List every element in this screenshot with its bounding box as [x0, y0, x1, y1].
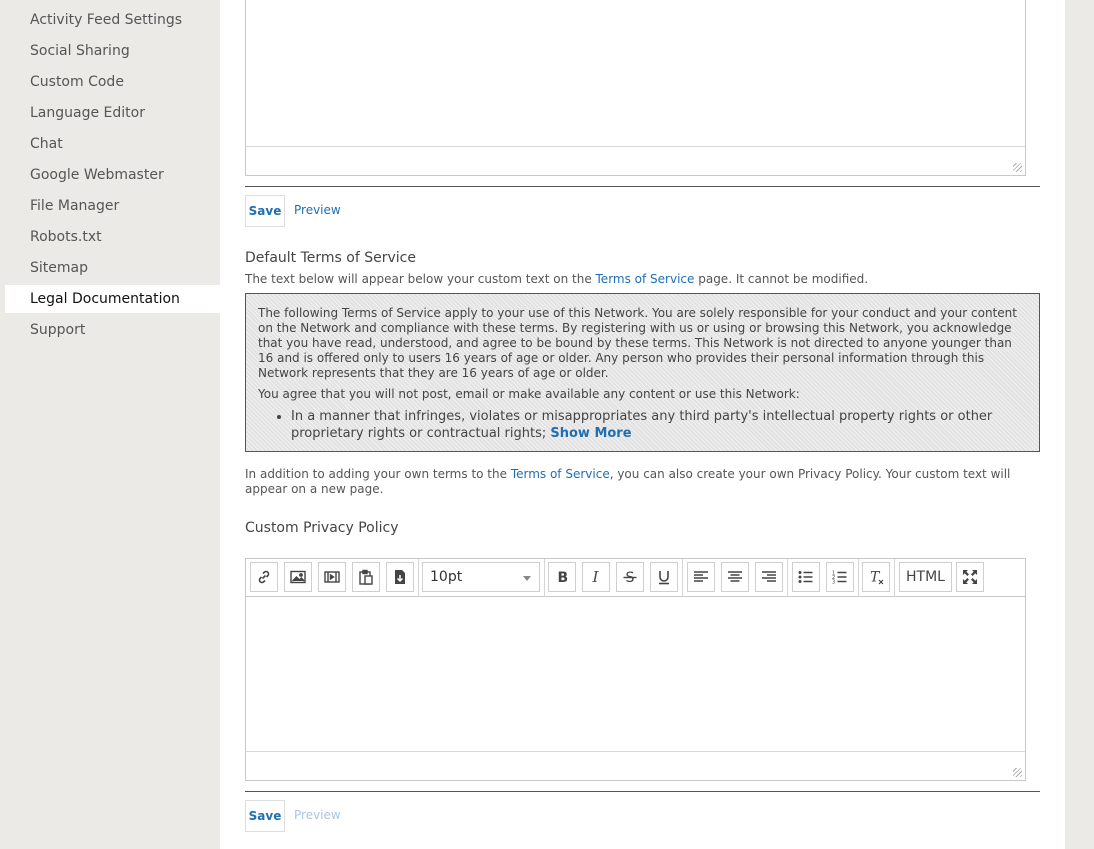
editor-toolbar: 10pt B I S 123 T: [246, 559, 1025, 597]
tos-paragraph: You agree that you will not post, email …: [258, 387, 800, 401]
resize-grip-icon[interactable]: [1013, 163, 1022, 172]
clear-formatting-icon[interactable]: T: [862, 562, 890, 592]
fullscreen-icon[interactable]: [956, 562, 984, 592]
sidebar-item-social-sharing[interactable]: Social Sharing: [5, 37, 220, 65]
preview-terms-link[interactable]: Preview: [294, 203, 341, 217]
toolbar-separator: [858, 559, 859, 597]
numbered-list-icon[interactable]: 123: [826, 562, 854, 592]
video-icon[interactable]: [318, 562, 346, 592]
privacy-editor: 10pt B I S 123 T: [245, 558, 1026, 781]
image-icon[interactable]: [284, 562, 312, 592]
divider: [245, 791, 1040, 792]
tos-paragraph: The following Terms of Service apply to …: [258, 306, 1017, 380]
link-icon[interactable]: [250, 562, 278, 592]
sidebar-item-google-webmaster[interactable]: Google Webmaster: [5, 161, 220, 189]
save-privacy-button[interactable]: Save: [245, 800, 285, 832]
bold-icon[interactable]: B: [548, 562, 576, 592]
sidebar-item-legal-documentation[interactable]: Legal Documentation: [5, 285, 220, 313]
toolbar-separator: [787, 559, 788, 597]
default-tos-box: The following Terms of Service apply to …: [245, 293, 1040, 452]
sidebar-item-language-editor[interactable]: Language Editor: [5, 99, 220, 127]
toolbar-separator: [682, 559, 683, 597]
toolbar-separator: [544, 559, 545, 597]
paste-icon[interactable]: [352, 562, 380, 592]
sidebar-item-activity-feed-settings[interactable]: Activity Feed Settings: [5, 6, 220, 34]
toolbar-separator: [894, 559, 895, 597]
align-right-icon[interactable]: [755, 562, 783, 592]
privacy-edit-area[interactable]: [246, 597, 1025, 751]
insert-file-icon[interactable]: [386, 562, 414, 592]
editor-status-bar: [246, 751, 1025, 780]
resize-grip-icon[interactable]: [1013, 768, 1022, 777]
custom-terms-editor[interactable]: [245, 0, 1026, 176]
svg-text:I: I: [592, 568, 600, 586]
sidebar-item-support[interactable]: Support: [5, 316, 220, 344]
italic-icon[interactable]: I: [582, 562, 610, 592]
chevron-down-icon: [523, 576, 531, 581]
custom-privacy-title: Custom Privacy Policy: [245, 520, 399, 536]
sidebar-item-sitemap[interactable]: Sitemap: [5, 254, 220, 282]
svg-text:B: B: [558, 570, 569, 586]
tos-list-item: In a manner that infringes, violates or …: [291, 408, 1027, 442]
tos-list: In a manner that infringes, violates or …: [291, 408, 1027, 442]
svg-text:3: 3: [832, 580, 835, 586]
sidebar: Activity Feed Settings Social Sharing Cu…: [0, 0, 220, 849]
terms-of-service-link-2[interactable]: Terms of Service: [511, 467, 610, 481]
default-tos-help: The text below will appear below your cu…: [245, 272, 869, 286]
strikethrough-icon[interactable]: S: [616, 562, 644, 592]
align-center-icon[interactable]: [721, 562, 749, 592]
sidebar-item-file-manager[interactable]: File Manager: [5, 192, 220, 220]
terms-of-service-link[interactable]: Terms of Service: [596, 272, 695, 286]
default-tos-title: Default Terms of Service: [245, 250, 416, 266]
font-size-select[interactable]: 10pt: [422, 562, 540, 592]
divider: [245, 186, 1040, 187]
sidebar-item-chat[interactable]: Chat: [5, 130, 220, 158]
sidebar-item-robots-txt[interactable]: Robots.txt: [5, 223, 220, 251]
sidebar-item-custom-code[interactable]: Custom Code: [5, 68, 220, 96]
show-more-link[interactable]: Show More: [550, 426, 631, 441]
save-terms-button[interactable]: Save: [245, 195, 285, 227]
html-source-button[interactable]: HTML: [899, 562, 952, 592]
underline-icon[interactable]: [650, 562, 678, 592]
toolbar-separator: [418, 559, 419, 597]
bullet-list-icon[interactable]: [792, 562, 820, 592]
right-gutter: [1065, 0, 1094, 849]
preview-privacy-link[interactable]: Preview: [294, 808, 341, 822]
align-left-icon[interactable]: [687, 562, 715, 592]
privacy-help: In addition to adding your own terms to …: [245, 467, 1011, 496]
editor-status-bar: [246, 146, 1025, 175]
